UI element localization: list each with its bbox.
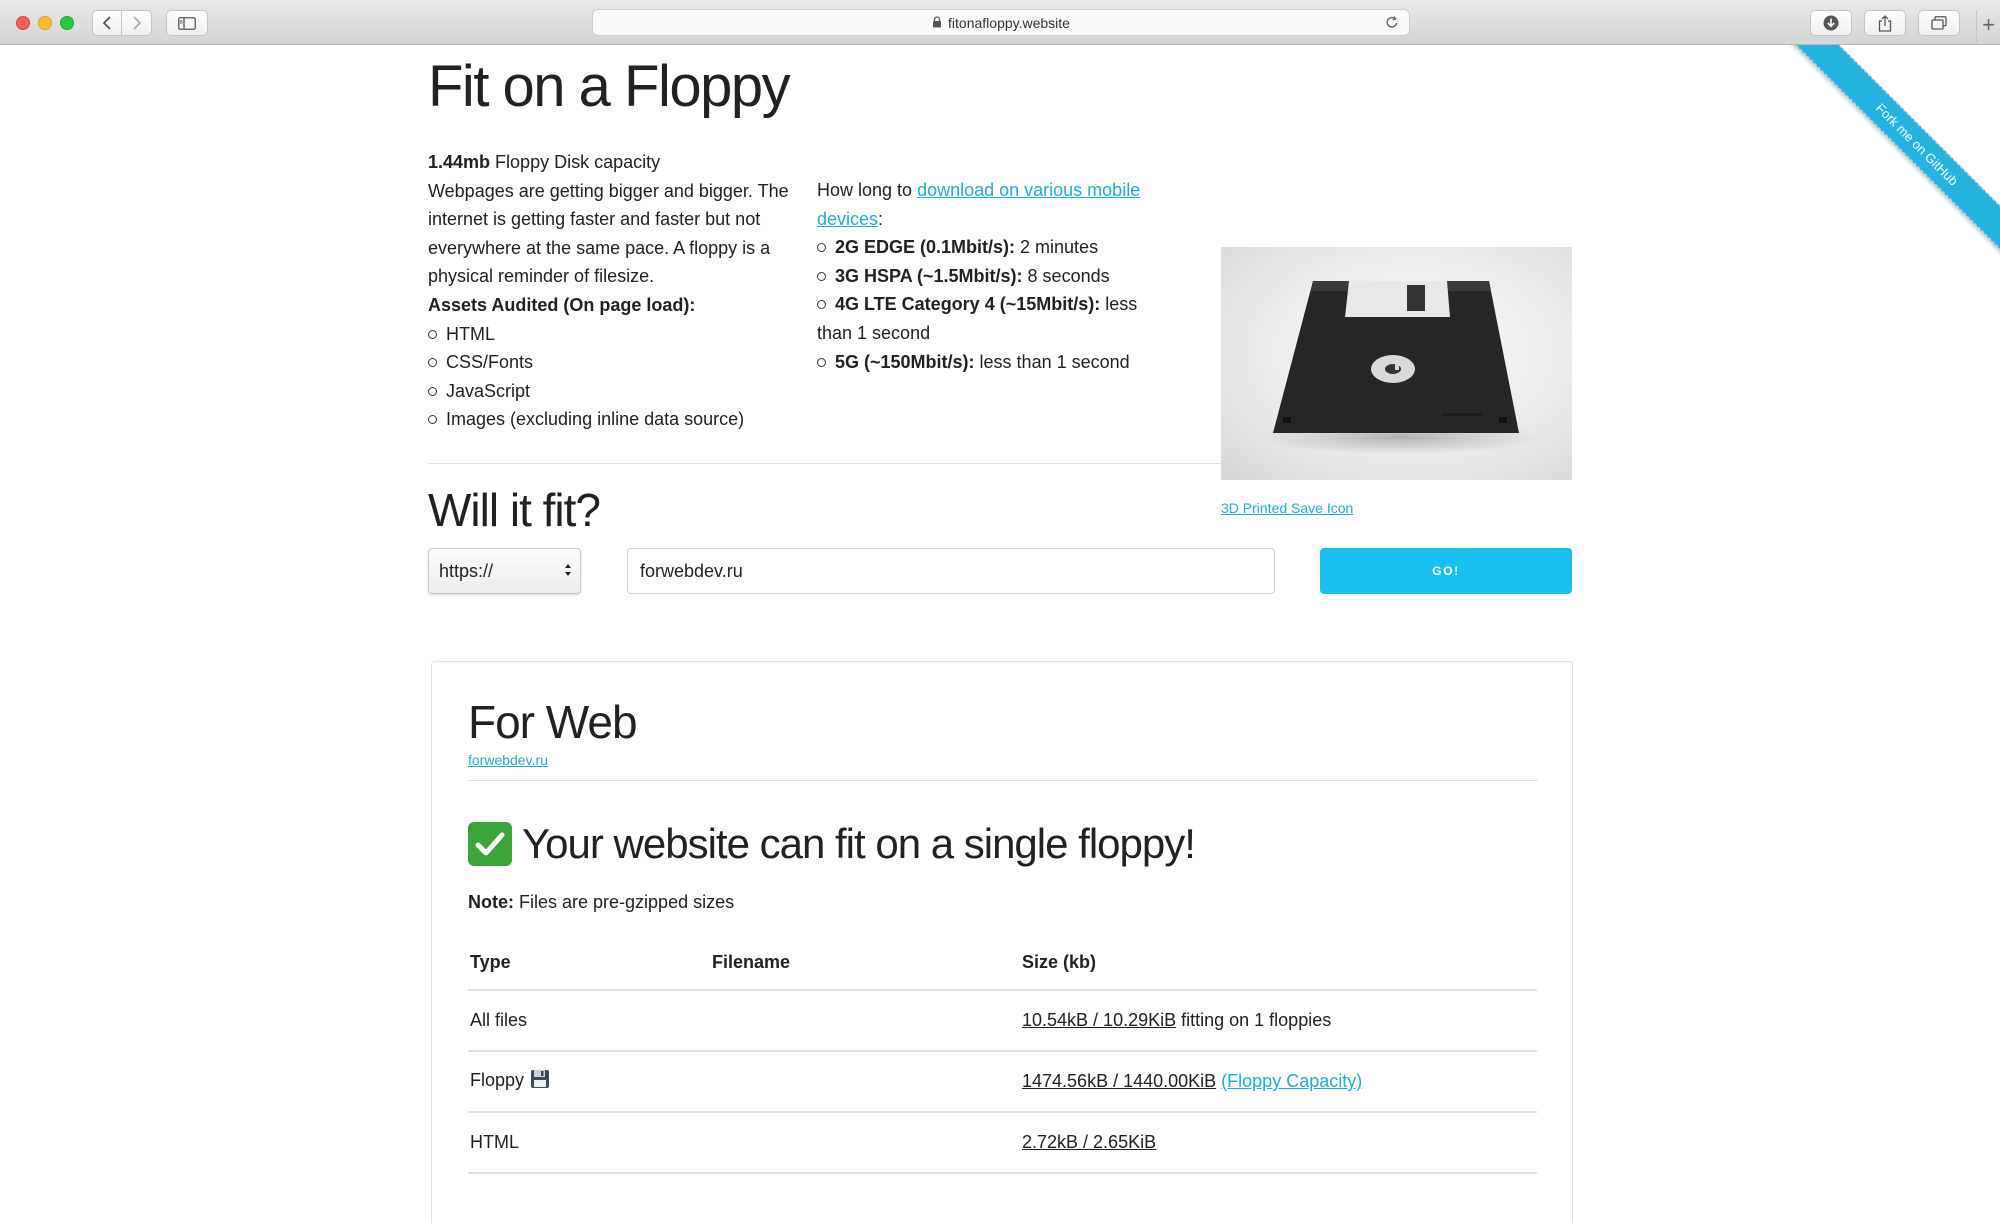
size-value[interactable]: 2.72kB / 2.65KiB: [1022, 1132, 1156, 1152]
sidebar-button[interactable]: [166, 10, 208, 36]
column-header-type: Type: [468, 951, 694, 991]
downloads-button[interactable]: [1810, 10, 1852, 36]
check-mark-icon: [468, 822, 512, 866]
cell-filename: [694, 1052, 1004, 1113]
assets-list: HTML CSS/Fonts JavaScript Images (exclud…: [428, 320, 793, 434]
download-icon: [1823, 15, 1839, 31]
list-item: Images (excluding inline data source): [428, 405, 793, 434]
cell-type: All files: [468, 991, 694, 1052]
new-tab-icon[interactable]: +: [1976, 10, 2000, 45]
page-title: Fit on a Floppy: [428, 54, 791, 119]
table-header-row: Type Filename Size (kb): [468, 951, 1537, 991]
forward-button[interactable]: [122, 10, 152, 36]
assets-heading: Assets Audited (On page load):: [428, 294, 696, 315]
close-window-button[interactable]: [16, 16, 30, 30]
result-site-link[interactable]: forwebdev.ru: [468, 752, 548, 768]
share-icon: [1878, 14, 1892, 32]
floppy-capacity-link[interactable]: (Floppy Capacity): [1221, 1071, 1362, 1091]
list-item: 2G EDGE (0.1Mbit/s): 2 minutes: [817, 233, 1167, 262]
page-container: Fit on a Floppy 1.44mb Floppy Disk capac…: [428, 45, 1573, 1223]
list-item: CSS/Fonts: [428, 348, 793, 377]
floppy-photo: [1221, 247, 1572, 480]
browser-toolbar: fitonafloppy.website +: [0, 0, 2000, 45]
table-row: All files 10.54kB / 10.29KiB fitting on …: [468, 991, 1537, 1052]
list-item: JavaScript: [428, 377, 793, 406]
list-item: HTML: [428, 320, 793, 349]
share-button[interactable]: [1864, 10, 1906, 36]
table-row: Floppy 1474.56kB / 1440.00KiB (Floppy Ca…: [468, 1052, 1537, 1113]
zoom-window-button[interactable]: [60, 16, 74, 30]
download-time-intro: How long to download on various mobile d…: [817, 180, 1141, 229]
size-value[interactable]: 1474.56kB / 1440.00KiB: [1022, 1071, 1216, 1091]
url-form: https:// GO!: [428, 548, 1572, 594]
cell-type: Floppy: [468, 1052, 694, 1113]
verdict-text: Your website can fit on a single floppy!: [522, 820, 1196, 867]
cell-filename: [694, 1113, 1004, 1174]
size-value[interactable]: 10.54kB / 10.29KiB: [1022, 1010, 1176, 1030]
files-table: Type Filename Size (kb) All files 10.54k…: [468, 951, 1537, 1174]
back-icon: [102, 16, 111, 30]
tab-overview-button[interactable]: [1918, 10, 1960, 36]
protocol-select[interactable]: https://: [428, 548, 581, 594]
list-item: 5G (~150Mbit/s): less than 1 second: [817, 348, 1167, 377]
back-button[interactable]: [92, 10, 122, 36]
reload-icon[interactable]: [1385, 15, 1399, 33]
speeds-list: 2G EDGE (0.1Mbit/s): 2 minutes 3G HSPA (…: [817, 233, 1167, 376]
protocol-value: https://: [439, 560, 494, 581]
table-row: HTML 2.72kB / 2.65KiB: [468, 1113, 1537, 1174]
forward-icon: [132, 16, 141, 30]
lock-icon: [932, 15, 942, 31]
fork-me-link[interactable]: Fork me on GitHub: [1789, 45, 2000, 273]
photo-caption-link[interactable]: 3D Printed Save Icon: [1221, 494, 1572, 523]
cell-size: 1474.56kB / 1440.00KiB (Floppy Capacity): [1004, 1052, 1537, 1113]
capacity-line: 1.44mb Floppy Disk capacity: [428, 152, 661, 172]
minimize-window-button[interactable]: [38, 16, 52, 30]
go-button[interactable]: GO!: [1320, 548, 1572, 594]
cell-type: HTML: [468, 1113, 694, 1174]
address-bar[interactable]: fitonafloppy.website: [592, 9, 1410, 36]
intro-column-speeds: How long to download on various mobile d…: [817, 176, 1167, 376]
column-header-filename: Filename: [694, 951, 1004, 991]
list-item: 4G LTE Category 4 (~15Mbit/s): less than…: [817, 290, 1167, 347]
sidebar-icon: [178, 16, 196, 30]
url-input[interactable]: [627, 548, 1275, 594]
floppy-disk-icon: [530, 1069, 550, 1094]
result-card: For Web forwebdev.ru Your website can fi…: [431, 661, 1573, 1223]
list-item: 3G HSPA (~1.5Mbit/s): 8 seconds: [817, 262, 1167, 291]
intro-description: Webpages are getting bigger and bigger. …: [428, 180, 789, 287]
tabs-icon: [1931, 16, 1947, 30]
column-header-size: Size (kb): [1004, 951, 1537, 991]
cell-size: 10.54kB / 10.29KiB fitting on 1 floppies: [1004, 991, 1537, 1052]
fork-ribbon: Fork me on GitHub: [1770, 45, 2000, 275]
card-divider: [468, 780, 1538, 781]
cell-size: 2.72kB / 2.65KiB: [1004, 1113, 1537, 1174]
select-arrows-icon: [564, 562, 572, 583]
result-title: For Web: [468, 696, 638, 748]
verdict-heading: Your website can fit on a single floppy!: [468, 819, 1538, 869]
intro-column-photo: 3D Printed Save Icon: [1221, 247, 1572, 523]
size-note: Note: Files are pre-gzipped sizes: [468, 892, 735, 912]
intro-column-capacity: 1.44mb Floppy Disk capacity Webpages are…: [428, 148, 793, 434]
address-url: fitonafloppy.website: [948, 14, 1070, 31]
intro-section: 1.44mb Floppy Disk capacity Webpages are…: [428, 123, 1572, 516]
cell-filename: [694, 991, 1004, 1052]
result-card-content: For Web forwebdev.ru Your website can fi…: [468, 662, 1538, 1174]
